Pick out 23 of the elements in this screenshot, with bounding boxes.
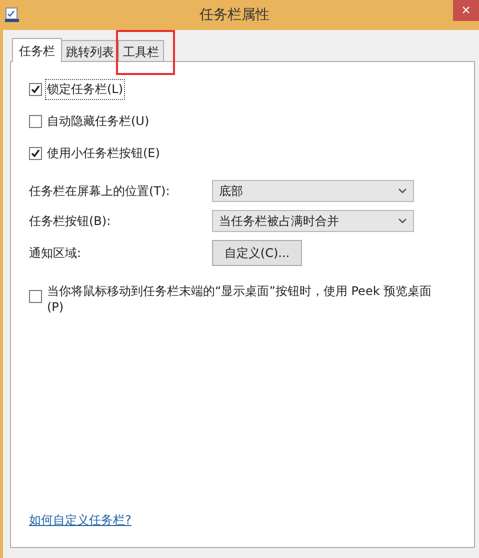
dropdown[interactable]: 底部 [212,180,414,202]
setting-label: 通知区域: [29,244,82,262]
window-title: 任务栏属性 [198,6,270,24]
checkbox-label: 锁定任务栏(L) [46,80,124,99]
checkbox[interactable] [29,115,42,128]
chevron-down-icon [398,218,407,224]
dropdown[interactable]: 当任务栏被占满时合并 [212,210,414,232]
customize-button[interactable]: 自定义(C)... [212,240,302,266]
chevron-down-icon [398,188,407,194]
checkbox[interactable] [29,290,42,303]
checkbox[interactable] [29,83,42,96]
tab[interactable]: 任务栏 [12,38,62,62]
tab[interactable]: 跳转列表 [61,40,119,61]
close-button[interactable]: × [453,0,479,21]
checkbox-label: 自动隐藏任务栏(U) [46,113,150,130]
setting-label: 任务栏按钮(B): [29,212,112,230]
checkbox-label: 当你将鼠标移动到任务栏末端的“显示桌面”按钮时，使用 Peek 预览桌面(P) [46,283,433,315]
taskbar-icon [4,7,20,23]
help-link[interactable]: 如何自定义任务栏? [29,512,132,529]
checkbox-label: 使用小任务栏按钮(E) [46,145,161,162]
setting-label: 任务栏在屏幕上的位置(T): [29,182,171,200]
tab[interactable]: 工具栏 [118,40,164,61]
checkbox[interactable] [29,147,42,160]
